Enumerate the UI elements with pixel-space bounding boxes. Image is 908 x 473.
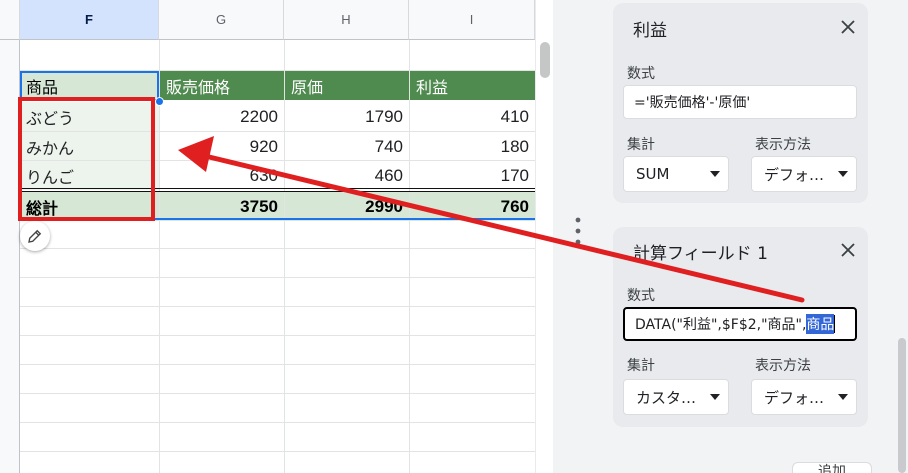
- pivot-header-cost[interactable]: 原価: [285, 71, 409, 100]
- drag-handle-icon[interactable]: [574, 216, 582, 246]
- formula-input[interactable]: ='販売価格'-'原価': [623, 85, 857, 119]
- column-header-h[interactable]: H: [284, 0, 409, 40]
- show-as-label: 表示方法: [755, 137, 811, 153]
- column-header-g[interactable]: G: [159, 0, 284, 40]
- grid-line: [20, 248, 535, 249]
- pivot-cell[interactable]: 1790: [285, 102, 409, 131]
- grid-line: [20, 306, 535, 307]
- grid-line: [20, 393, 535, 394]
- sheet-scrollbar[interactable]: [535, 0, 553, 473]
- grid-line: [20, 422, 535, 423]
- summarize-dropdown[interactable]: カスタ…: [623, 379, 729, 415]
- show-as-value: デフォ…: [764, 388, 825, 407]
- formula-label: 数式: [627, 288, 655, 304]
- show-as-dropdown[interactable]: デフォ…: [751, 379, 857, 415]
- close-icon[interactable]: [838, 240, 858, 260]
- scroll-thumb[interactable]: [540, 42, 550, 78]
- dropdown-arrow-icon: [710, 394, 720, 400]
- card-title: 計算フィールド 1: [633, 244, 768, 264]
- annotation-red-box: [18, 97, 155, 221]
- show-as-dropdown[interactable]: デフォ…: [751, 156, 857, 192]
- text-caret: [834, 315, 836, 333]
- calculated-field-card-profit: 利益 数式 ='販売価格'-'原価' 集計 表示方法 SUM デフォ…: [613, 3, 868, 203]
- summarize-value: SUM: [636, 165, 670, 183]
- close-icon[interactable]: [838, 17, 858, 37]
- pivot-total-cell[interactable]: 2990: [285, 192, 409, 221]
- corner-cell[interactable]: [0, 0, 20, 40]
- pivot-header-price[interactable]: 販売価格: [160, 71, 284, 100]
- pivot-total-cell[interactable]: 760: [410, 192, 535, 221]
- summarize-dropdown[interactable]: SUM: [623, 156, 729, 192]
- pivot-cell[interactable]: 740: [285, 132, 409, 161]
- spreadsheet-grid[interactable]: F G H I 商品 販売価格 原価 利益 ぶどう 2200 1790 410 …: [0, 0, 553, 473]
- dropdown-arrow-icon: [838, 394, 848, 400]
- grid-line: [20, 364, 535, 365]
- formula-input-active[interactable]: DATA("利益",$F$2,"商品", 商品: [623, 307, 857, 341]
- add-button[interactable]: 追加: [792, 462, 872, 473]
- pivot-header-profit[interactable]: 利益: [410, 71, 535, 100]
- pivot-cell[interactable]: 180: [410, 132, 535, 161]
- row-headers[interactable]: [0, 40, 20, 473]
- pencil-icon: [28, 229, 42, 243]
- formula-label: 数式: [627, 66, 655, 82]
- column-header-i[interactable]: I: [409, 0, 535, 40]
- pivot-cell[interactable]: 920: [160, 132, 284, 161]
- summarize-label: 集計: [627, 358, 655, 374]
- pivot-cell[interactable]: 2200: [160, 102, 284, 131]
- pivot-cell[interactable]: 630: [160, 161, 284, 190]
- grid-line: [20, 451, 535, 452]
- dropdown-arrow-icon: [710, 171, 720, 177]
- pivot-cell[interactable]: 460: [285, 161, 409, 190]
- pivot-cell[interactable]: 410: [410, 102, 535, 131]
- card-title: 利益: [633, 21, 667, 41]
- formula-selection: 商品: [806, 314, 835, 334]
- show-as-label: 表示方法: [755, 358, 811, 374]
- calculated-field-card-1: 計算フィールド 1 数式 DATA("利益",$F$2,"商品", 商品 集計 表…: [613, 227, 868, 427]
- column-header-f[interactable]: F: [20, 0, 159, 40]
- edit-pivot-button[interactable]: [20, 221, 50, 251]
- summarize-value: カスタ…: [636, 388, 697, 407]
- grid-line: [20, 335, 535, 336]
- pivot-cell[interactable]: 170: [410, 161, 535, 190]
- show-as-value: デフォ…: [764, 165, 825, 184]
- summarize-label: 集計: [627, 137, 655, 153]
- pivot-total-cell[interactable]: 3750: [160, 192, 284, 221]
- panel-scrollbar[interactable]: [898, 338, 906, 473]
- selection-handle[interactable]: [155, 97, 164, 106]
- dropdown-arrow-icon: [838, 171, 848, 177]
- grid-line: [20, 277, 535, 278]
- formula-text: DATA("利益",$F$2,"商品",: [635, 317, 807, 333]
